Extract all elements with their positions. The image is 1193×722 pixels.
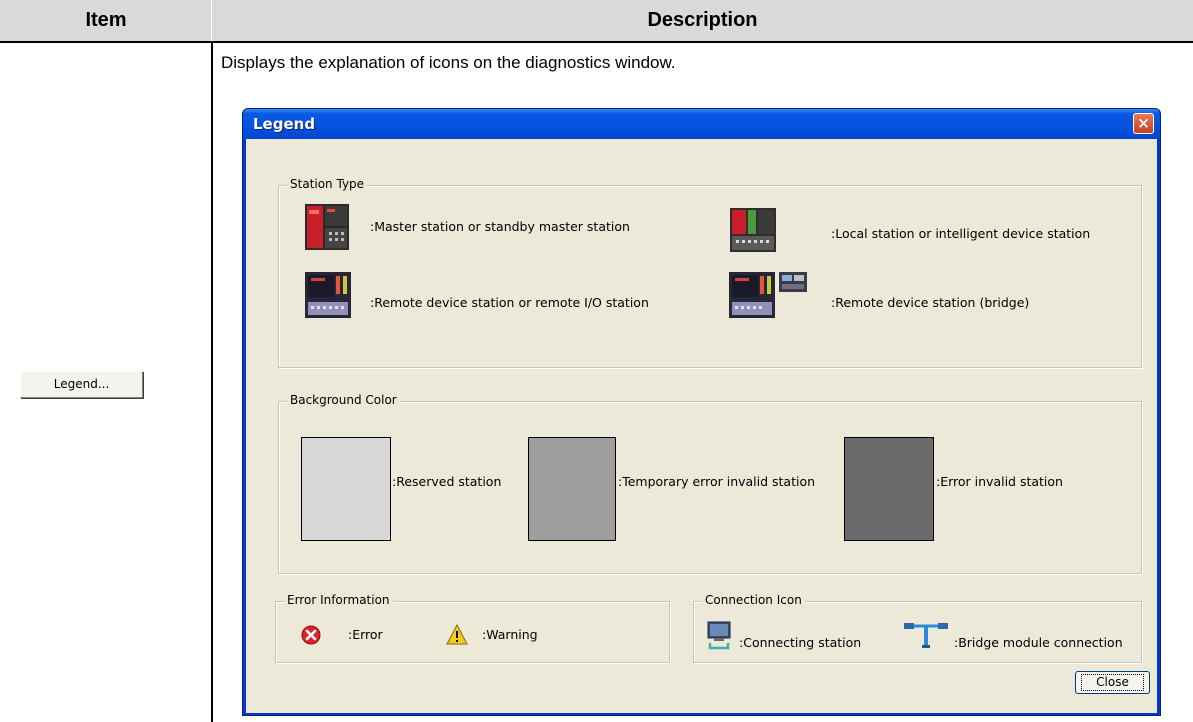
temporary-error-swatch: [528, 437, 616, 541]
remote-bridge-station-icon: [729, 272, 807, 318]
group-background-color: Background Color :Reserved station :Temp…: [278, 393, 1142, 574]
temporary-error-label: :Temporary error invalid station: [618, 474, 816, 489]
group-connection-icon-title: Connection Icon: [702, 593, 805, 607]
dialog-title: Legend: [253, 115, 316, 133]
connecting-station-label: :Connecting station: [739, 635, 862, 650]
error-invalid-swatch: [844, 437, 934, 541]
header-item: Item: [85, 9, 127, 31]
group-station-type: Station Type :Master station or standby …: [278, 177, 1142, 368]
group-station-type-title: Station Type: [287, 177, 368, 191]
remote-device-station-label: :Remote device station or remote I/O sta…: [370, 295, 649, 310]
legend-dialog: Legend × Station Type :Master station or…: [242, 108, 1161, 716]
close-button-label: Close: [1081, 674, 1144, 691]
bridge-module-connection-label: :Bridge module connection: [954, 635, 1123, 650]
master-station-label: :Master station or standby master statio…: [370, 219, 630, 234]
header-bottom-rule: [0, 41, 1193, 43]
close-button[interactable]: Close: [1075, 671, 1150, 694]
header-description: Description: [647, 9, 758, 31]
table-header: Item Description: [0, 0, 1193, 41]
dialog-titlebar[interactable]: Legend ×: [243, 109, 1160, 139]
master-station-icon: [305, 204, 349, 250]
local-station-label: :Local station or intelligent device sta…: [831, 226, 1091, 241]
error-label: :Error: [348, 627, 383, 642]
bridge-module-connection-icon: [904, 623, 948, 648]
remote-bridge-station-label: :Remote device station (bridge): [831, 295, 1030, 310]
group-connection-icon: Connection Icon :Connecting station :Bri…: [693, 593, 1142, 663]
local-station-icon: [730, 208, 776, 252]
warning-label: :Warning: [482, 627, 538, 642]
legend-button[interactable]: Legend...: [20, 371, 143, 398]
connecting-station-icon: [707, 621, 731, 650]
close-icon[interactable]: ×: [1133, 113, 1154, 134]
dialog-client: Station Type :Master station or standby …: [246, 139, 1157, 713]
group-error-information: Error Information :Error :Warning: [275, 593, 670, 663]
group-background-color-title: Background Color: [287, 393, 400, 407]
header-divider: [211, 0, 212, 41]
error-invalid-label: :Error invalid station: [936, 474, 1063, 489]
error-icon: [301, 625, 321, 645]
reserved-station-swatch: [301, 437, 391, 541]
remote-device-station-icon: [305, 272, 351, 318]
reserved-station-label: :Reserved station: [392, 474, 502, 489]
column-divider: [211, 43, 213, 722]
group-error-information-title: Error Information: [284, 593, 393, 607]
row-description: Displays the explanation of icons on the…: [221, 53, 676, 72]
warning-icon: [446, 624, 468, 645]
